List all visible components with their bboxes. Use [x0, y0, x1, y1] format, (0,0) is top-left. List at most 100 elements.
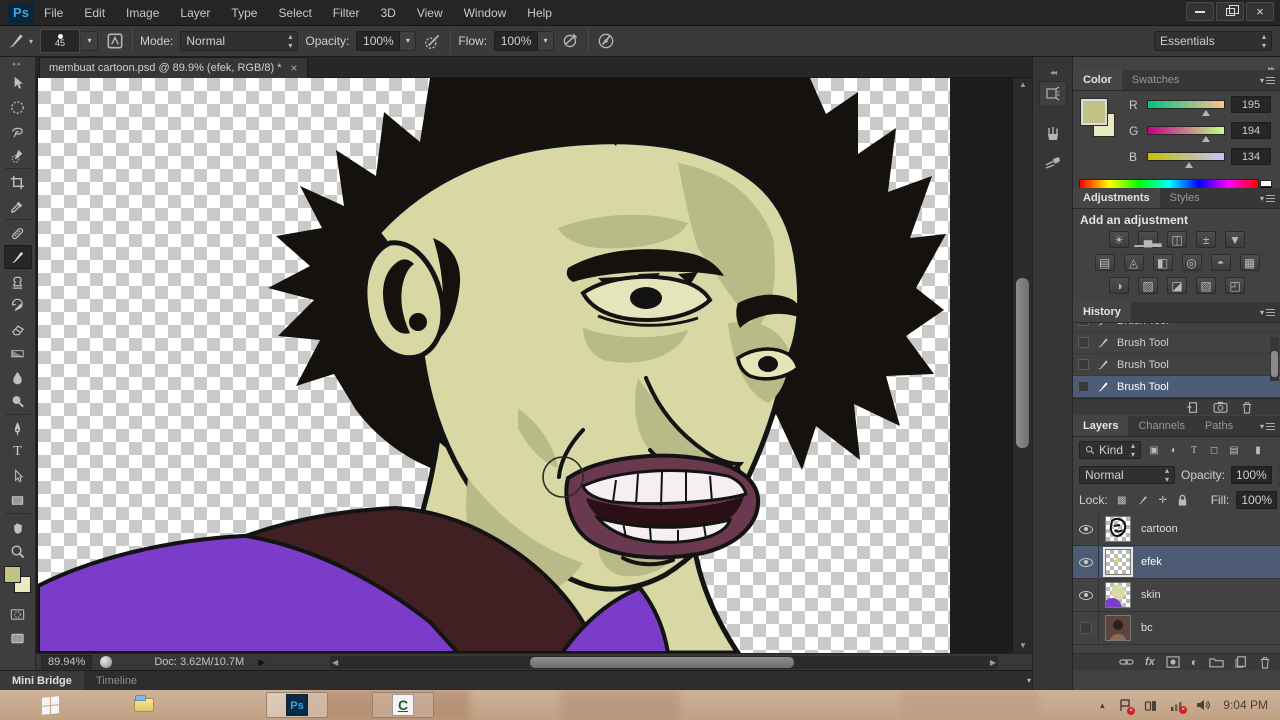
history-entry[interactable]: Brush Tool	[1073, 323, 1280, 332]
history-brush-tool[interactable]	[4, 293, 32, 317]
history-entry[interactable]: Brush Tool	[1073, 354, 1280, 376]
red-value[interactable]: 195	[1231, 96, 1271, 113]
menu-image[interactable]: Image	[126, 6, 159, 20]
zoom-tool[interactable]	[4, 539, 32, 563]
close-button[interactable]: ×	[1246, 2, 1274, 21]
history-panel-menu-icon[interactable]: ▾	[1260, 302, 1275, 322]
tab-layers[interactable]: Layers	[1073, 416, 1128, 436]
3d-panel-icon[interactable]	[1039, 81, 1067, 107]
power-plug-icon[interactable]	[1144, 699, 1157, 712]
clone-stamp-tool[interactable]	[4, 269, 32, 293]
pressure-opacity-icon[interactable]	[423, 31, 443, 51]
menu-window[interactable]: Window	[464, 6, 507, 20]
lock-all-icon[interactable]	[1177, 494, 1188, 507]
restore-button[interactable]	[1216, 2, 1244, 21]
quick-selection-tool[interactable]	[4, 143, 32, 167]
history-scroll-thumb[interactable]	[1271, 351, 1278, 377]
exposure-icon[interactable]: ±	[1196, 231, 1216, 248]
blend-mode-dropdown[interactable]: Normal ▴▾	[180, 31, 298, 51]
photo-filter-icon[interactable]: ◎	[1182, 254, 1202, 271]
airbrush-icon[interactable]	[561, 31, 581, 51]
foreground-color-swatch[interactable]	[4, 566, 21, 583]
blend-mode-dropdown[interactable]: Normal ▴▾	[1079, 466, 1175, 484]
horizontal-scroll-thumb[interactable]	[530, 657, 794, 668]
new-group-folder-icon[interactable]	[1209, 656, 1224, 668]
layer-row-cartoon[interactable]: cartoon	[1073, 513, 1280, 546]
color-panel-menu-icon[interactable]: ▾	[1260, 70, 1275, 90]
photoshop-taskbar-button[interactable]: Ps	[266, 692, 328, 718]
green-slider-thumb[interactable]	[1202, 136, 1210, 142]
tab-channels[interactable]: Channels	[1128, 416, 1194, 436]
move-tool[interactable]	[4, 71, 32, 95]
layer-row-efek[interactable]: efek	[1073, 546, 1280, 579]
scroll-down-icon[interactable]: ▼	[1013, 639, 1032, 653]
red-slider[interactable]	[1147, 100, 1225, 109]
opacity-arrow[interactable]: ▾	[400, 31, 416, 51]
quick-mask-button[interactable]	[4, 602, 32, 626]
delete-layer-trash-icon[interactable]	[1259, 656, 1271, 669]
scroll-up-icon[interactable]: ▲	[1013, 78, 1032, 92]
new-document-from-state-icon[interactable]	[1186, 401, 1200, 414]
brush-panel-toggle-icon[interactable]	[105, 31, 125, 51]
screen-mode-button[interactable]	[4, 626, 32, 650]
color-balance-icon[interactable]: ◬	[1124, 254, 1144, 271]
hand-tool[interactable]	[4, 515, 32, 539]
layer-row-bc[interactable]: bc	[1073, 612, 1280, 645]
start-button[interactable]	[30, 692, 70, 718]
zoom-level-field[interactable]: 89.94%	[41, 655, 92, 669]
pressure-size-icon[interactable]	[596, 31, 616, 51]
visibility-toggle[interactable]	[1073, 546, 1099, 579]
history-entry[interactable]: Brush Tool	[1073, 332, 1280, 354]
delete-trash-icon[interactable]	[1241, 401, 1253, 414]
visibility-toggle[interactable]	[1073, 579, 1099, 612]
selective-color-icon[interactable]: ◰	[1225, 277, 1245, 294]
blue-slider-thumb[interactable]	[1185, 162, 1193, 168]
taskbar-clock[interactable]: 9:04 PM	[1223, 698, 1268, 712]
pen-tool[interactable]	[4, 416, 32, 440]
tab-mini-bridge[interactable]: Mini Bridge	[0, 671, 84, 691]
elliptical-marquee-tool[interactable]	[4, 95, 32, 119]
filter-adjustment-layers-icon[interactable]: ◐	[1167, 444, 1181, 457]
posterize-icon[interactable]: ▨	[1138, 277, 1158, 294]
filter-pixel-layers-icon[interactable]: ▣	[1147, 444, 1161, 457]
menu-layer[interactable]: Layer	[180, 6, 210, 20]
path-selection-tool[interactable]	[4, 464, 32, 488]
threshold-icon[interactable]: ◪	[1167, 277, 1187, 294]
menu-edit[interactable]: Edit	[84, 6, 105, 20]
curves-icon[interactable]: ◫	[1167, 231, 1187, 248]
network-icon[interactable]: ×	[1170, 700, 1183, 711]
layer-thumbnail[interactable]	[1105, 582, 1131, 608]
action-center-flag-icon[interactable]: ×	[1119, 699, 1131, 712]
history-entry-selected[interactable]: Brush Tool	[1073, 376, 1280, 398]
levels-icon[interactable]: ▁▄▂	[1138, 231, 1158, 248]
green-value[interactable]: 194	[1231, 122, 1271, 139]
minimize-button[interactable]	[1186, 2, 1214, 21]
black-white-icon[interactable]: ◧	[1153, 254, 1173, 271]
color-lookup-icon[interactable]: ▦	[1240, 254, 1260, 271]
rectangle-tool[interactable]	[4, 488, 32, 512]
camtasia-taskbar-button[interactable]: C	[372, 692, 434, 718]
horizontal-scrollbar[interactable]: ◀ ▶	[330, 656, 998, 669]
vertical-scroll-thumb[interactable]	[1016, 278, 1029, 448]
history-source-checkbox[interactable]	[1078, 323, 1089, 326]
link-layers-icon[interactable]	[1119, 657, 1134, 667]
tab-color[interactable]: Color	[1073, 70, 1122, 90]
filter-type-layers-icon[interactable]: T	[1187, 444, 1201, 457]
layer-style-fx-icon[interactable]: fx	[1145, 656, 1155, 668]
gradient-tool[interactable]	[4, 341, 32, 365]
brush-picker-arrow[interactable]: ▾	[82, 31, 98, 51]
menu-view[interactable]: View	[417, 6, 443, 20]
blue-value[interactable]: 134	[1231, 148, 1271, 165]
history-source-checkbox[interactable]	[1078, 337, 1089, 348]
history-scrollbar[interactable]	[1270, 337, 1279, 381]
visibility-toggle[interactable]	[1073, 612, 1099, 645]
red-slider-thumb[interactable]	[1202, 110, 1210, 116]
panel-grip[interactable]: ▸▸	[13, 60, 22, 68]
brush-presets-panel-icon[interactable]	[1039, 121, 1067, 147]
document-canvas[interactable]	[38, 78, 950, 653]
menu-file[interactable]: File	[44, 6, 63, 20]
layer-fill-value[interactable]: 100%	[1236, 491, 1277, 509]
layers-panel-menu-icon[interactable]: ▾	[1260, 416, 1275, 436]
lock-position-icon[interactable]: ✛	[1156, 494, 1170, 507]
green-slider[interactable]	[1147, 126, 1225, 135]
